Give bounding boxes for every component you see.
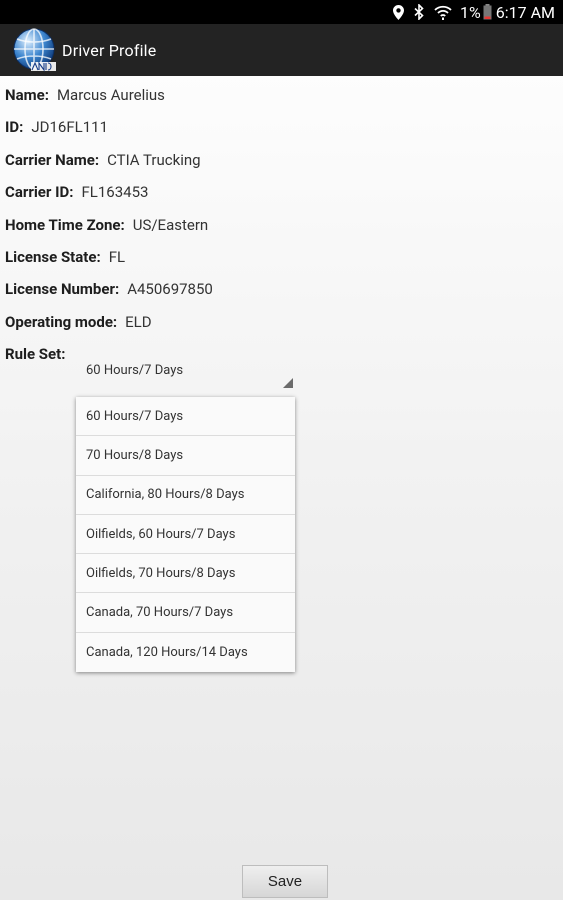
action-bar: Driver Profile — [0, 24, 563, 76]
driver-profile-details: Name: Marcus Aurelius ID: JD16FL111 Carr… — [5, 86, 213, 378]
rule-set-dropdown: 60 Hours/7 Days 70 Hours/8 Days Californ… — [76, 397, 295, 673]
rule-set-label: Rule Set: — [5, 345, 66, 364]
profile-row-id: ID: JD16FL111 — [5, 118, 213, 150]
name-label: Name: — [5, 86, 49, 104]
wifi-icon — [434, 5, 452, 20]
profile-row-license-state: License State: FL — [5, 248, 213, 280]
rule-set-option[interactable]: California, 80 Hours/8 Days — [76, 476, 295, 515]
rule-set-option[interactable]: Oilfields, 60 Hours/7 Days — [76, 515, 295, 555]
license-state-label: License State: — [5, 247, 101, 266]
operating-mode-value: ELD — [125, 312, 152, 331]
profile-row-carrier-name: Carrier Name: CTIA Trucking — [5, 151, 213, 183]
rule-set-option[interactable]: 70 Hours/8 Days — [76, 436, 295, 476]
rule-set-selected-value: 60 Hours/7 Days — [86, 363, 184, 378]
bluetooth-icon — [414, 4, 424, 20]
license-number-value: A450697850 — [127, 280, 213, 299]
profile-row-home-time-zone: Home Time Zone: US/Eastern — [5, 216, 213, 248]
rule-set-spinner[interactable]: 60 Hours/7 Days — [75, 354, 293, 392]
dropdown-triangle-icon — [283, 373, 293, 392]
operating-mode-label: Operating mode: — [5, 312, 118, 331]
carrier-id-value: FL163453 — [81, 183, 149, 202]
profile-row-operating-mode: Operating mode: ELD — [5, 313, 213, 345]
home-time-zone-value: US/Eastern — [132, 215, 209, 234]
carrier-name-label: Carrier Name: — [5, 150, 100, 169]
rule-set-option[interactable]: Canada, 120 Hours/14 Days — [76, 633, 295, 672]
status-bar: 1% 6:17 AM — [0, 0, 563, 24]
carrier-name-value: CTIA Trucking — [107, 150, 201, 169]
location-icon — [393, 4, 405, 20]
license-state-value: FL — [108, 247, 126, 266]
profile-row-carrier-id: Carrier ID: FL163453 — [5, 183, 213, 215]
rule-set-option[interactable]: Oilfields, 70 Hours/8 Days — [76, 554, 295, 594]
profile-row-license-number: License Number: A450697850 — [5, 280, 213, 312]
id-value: JD16FL111 — [31, 118, 109, 137]
save-button[interactable]: Save — [242, 865, 328, 898]
battery-icon — [483, 4, 492, 20]
rule-set-option[interactable]: 60 Hours/7 Days — [76, 397, 295, 437]
battery-percent: 1% — [460, 2, 481, 22]
id-label: ID: — [5, 118, 24, 137]
status-time: 6:17 AM — [495, 2, 555, 22]
rule-set-option[interactable]: Canada, 70 Hours/7 Days — [76, 593, 295, 633]
profile-row-name: Name: Marcus Aurelius — [5, 86, 213, 118]
carrier-id-label: Carrier ID: — [5, 183, 74, 202]
globe-logo-icon — [11, 27, 57, 73]
app-title: Driver Profile — [62, 40, 157, 60]
name-value: Marcus Aurelius — [56, 86, 165, 104]
home-time-zone-label: Home Time Zone: — [5, 215, 125, 234]
license-number-label: License Number: — [5, 280, 120, 299]
